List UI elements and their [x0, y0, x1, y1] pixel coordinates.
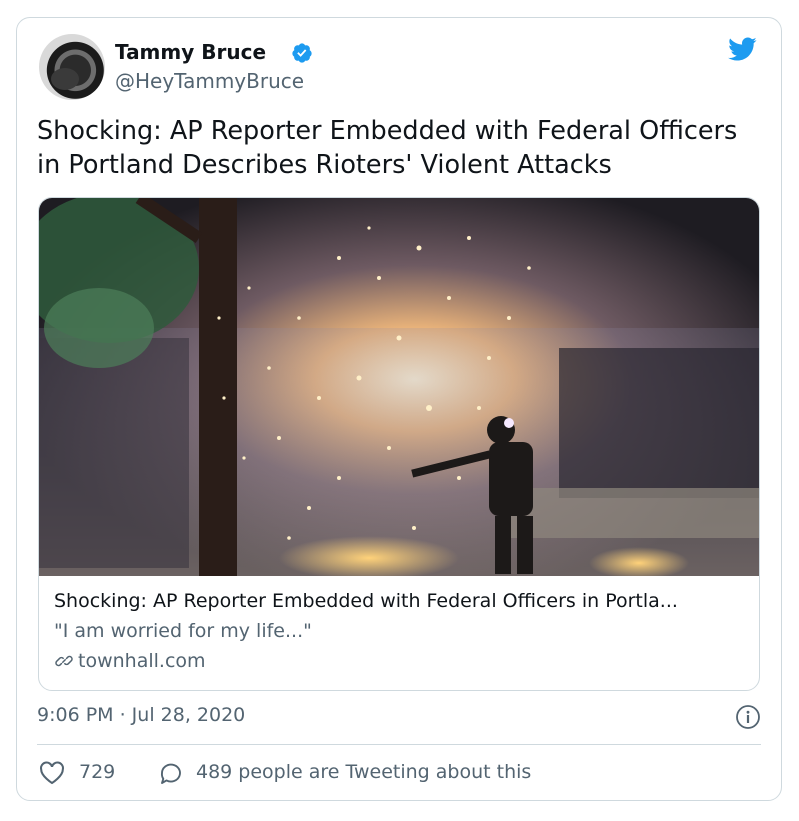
tweet-header: Tammy Bruce @HeyTammyBruce: [37, 32, 761, 102]
info-icon[interactable]: [735, 704, 761, 730]
tweeting-about-this[interactable]: 489 people are Tweeting about this: [196, 761, 531, 783]
link-domain[interactable]: townhall.com: [54, 650, 206, 672]
tweet-card: Tammy Bruce @HeyTammyBruce Shocking: AP …: [16, 17, 782, 801]
heart-icon[interactable]: [39, 761, 65, 785]
link-domain-text: townhall.com: [78, 650, 206, 672]
article-photo[interactable]: [39, 198, 760, 576]
author-handle[interactable]: @HeyTammyBruce: [115, 69, 304, 93]
tweet-text: Shocking: AP Reporter Embedded with Fede…: [37, 116, 738, 180]
like-count[interactable]: 729: [79, 761, 115, 783]
link-icon: [55, 655, 73, 667]
divider: [37, 744, 761, 745]
author-name[interactable]: Tammy Bruce: [115, 40, 266, 64]
tweet-timestamp[interactable]: 9:06 PM · Jul 28, 2020: [37, 704, 245, 726]
verified-badge-icon: [292, 43, 312, 63]
link-description: "I am worried for my life...": [54, 620, 312, 642]
avatar[interactable]: [39, 34, 105, 100]
tweet-actions: 729 489 people are Tweeting about this: [37, 758, 761, 788]
speech-bubble-icon[interactable]: [158, 761, 184, 787]
link-preview-card[interactable]: Shocking: AP Reporter Embedded with Fede…: [38, 197, 760, 691]
link-title[interactable]: Shocking: AP Reporter Embedded with Fede…: [54, 590, 678, 612]
twitter-bird-icon[interactable]: [725, 34, 759, 64]
